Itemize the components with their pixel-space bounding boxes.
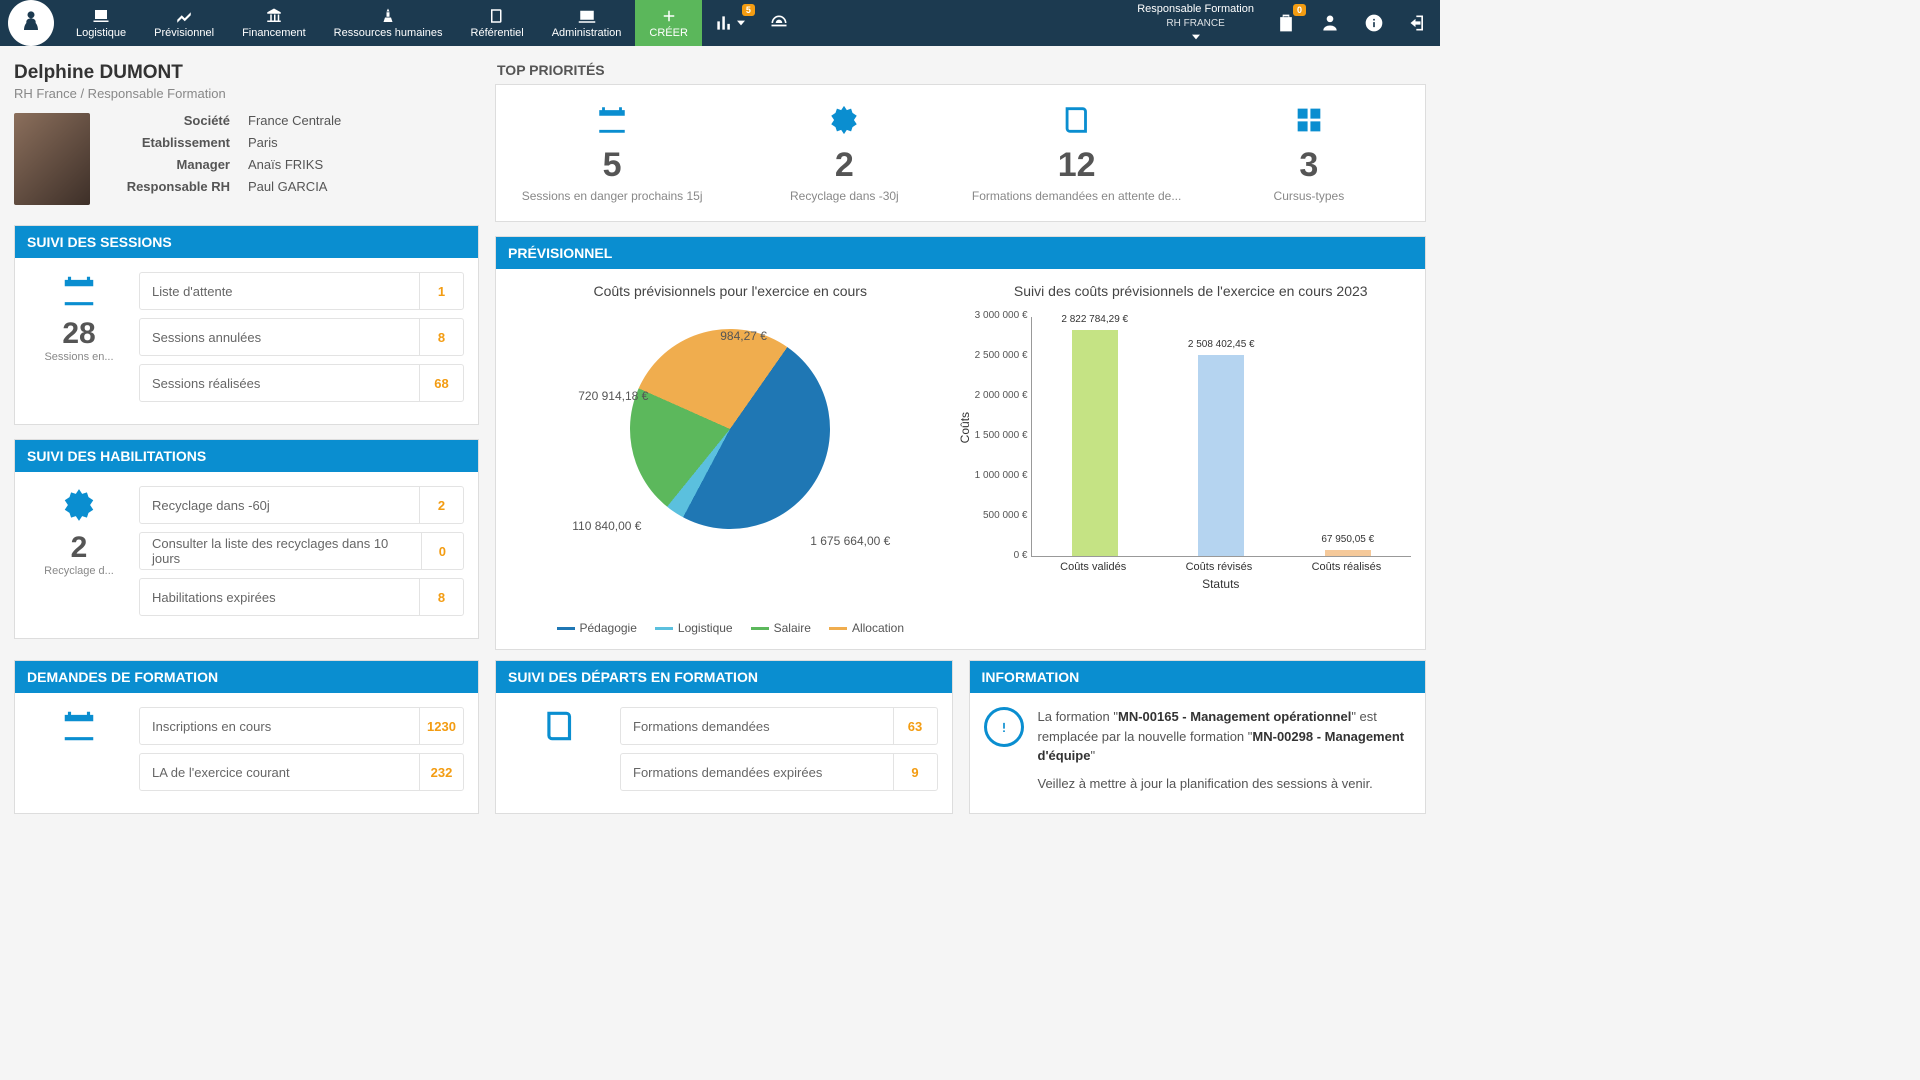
navbar: Logistique Prévisionnel Financement Ress…	[0, 0, 1440, 46]
org-selector[interactable]: Responsable Formation RH FRANCE	[1127, 2, 1264, 44]
panel-information: INFORMATION La formation "MN-00165 - Man…	[969, 660, 1427, 814]
logout-icon[interactable]	[1396, 0, 1440, 46]
avatar	[14, 113, 90, 205]
clipboard-badge: 0	[1293, 4, 1306, 16]
top-priorites: TOP PRIORITÉS 5Sessions en danger procha…	[495, 56, 1426, 222]
book-icon	[1060, 103, 1094, 137]
profile-subtitle: RH France / Responsable Formation	[14, 86, 479, 101]
list-item[interactable]: Habilitations expirées8	[139, 578, 464, 616]
prio-formations[interactable]: 12Formations demandées en attente de...	[961, 85, 1193, 221]
user-icon[interactable]	[1308, 0, 1352, 46]
nav-create[interactable]: CRÉER	[635, 0, 702, 46]
prio-cursus[interactable]: 3Cursus-types	[1193, 85, 1425, 221]
panel-previsionnel: PRÉVISIONNEL Coûts prévisionnels pour l'…	[495, 236, 1426, 650]
list-item[interactable]: Formations demandées63	[620, 707, 938, 745]
calendar-icon	[595, 103, 629, 137]
info-icon[interactable]	[1352, 0, 1396, 46]
panel-sessions: SUIVI DES SESSIONS 28 Sessions en... Lis…	[14, 225, 479, 425]
nav-financement[interactable]: Financement	[228, 0, 320, 46]
panel-habilitations: SUIVI DES HABILITATIONS 2 Recyclage d...…	[14, 439, 479, 639]
nav-referentiel[interactable]: Référentiel	[457, 0, 538, 46]
bar-chart: Suivi des coûts prévisionnels de l'exerc…	[971, 283, 1412, 635]
profile-name: Delphine DUMONT	[14, 62, 479, 84]
panel-departs: SUIVI DES DÉPARTS EN FORMATION Formation…	[495, 660, 953, 814]
pie-chart: Coûts prévisionnels pour l'exercice en c…	[510, 283, 951, 635]
nav-logistique[interactable]: Logistique	[62, 0, 140, 46]
list-item[interactable]: Sessions réalisées68	[139, 364, 464, 402]
list-item[interactable]: Formations demandées expirées9	[620, 753, 938, 791]
list-item[interactable]: LA de l'exercice courant232	[139, 753, 464, 791]
nav-dashboard-icon[interactable]	[757, 0, 801, 46]
prio-sessions-danger[interactable]: 5Sessions en danger prochains 15j	[496, 85, 728, 221]
stats-badge: 5	[742, 4, 755, 16]
list-item[interactable]: Recyclage dans -60j2	[139, 486, 464, 524]
list-item[interactable]: Inscriptions en cours1230	[139, 707, 464, 745]
list-item[interactable]: Sessions annulées8	[139, 318, 464, 356]
alert-icon	[984, 707, 1024, 747]
clipboard-icon[interactable]: 0	[1264, 0, 1308, 46]
nav-previsionnel[interactable]: Prévisionnel	[140, 0, 228, 46]
info-text: La formation "MN-00165 - Management opér…	[1038, 707, 1412, 793]
nav-administration[interactable]: Administration	[538, 0, 636, 46]
nav-stats-icon[interactable]: 5	[702, 0, 757, 46]
list-item[interactable]: Liste d'attente1	[139, 272, 464, 310]
seal-icon	[60, 486, 98, 524]
book-icon	[541, 707, 579, 745]
panel-demandes: DEMANDES DE FORMATION Inscriptions en co…	[14, 660, 479, 814]
profile-card: Delphine DUMONT RH France / Responsable …	[14, 56, 479, 211]
prio-recyclage[interactable]: 2Recyclage dans -30j	[728, 85, 960, 221]
grid-icon	[1292, 103, 1326, 137]
calendar-icon	[60, 707, 98, 745]
nav-rh[interactable]: Ressources humaines	[320, 0, 457, 46]
seal-icon	[827, 103, 861, 137]
panel-sessions-header: SUIVI DES SESSIONS	[15, 226, 478, 258]
list-item[interactable]: Consulter la liste des recyclages dans 1…	[139, 532, 464, 570]
calendar-icon	[60, 272, 98, 310]
app-logo[interactable]	[8, 0, 54, 46]
